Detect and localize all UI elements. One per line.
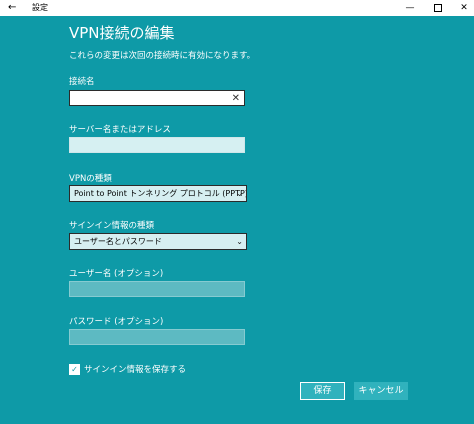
password-input[interactable] xyxy=(69,329,245,345)
cancel-button[interactable]: キャンセル xyxy=(354,382,408,400)
vpn-type-label: VPNの種類 xyxy=(69,174,112,184)
close-window-button[interactable]: ✕ xyxy=(450,0,474,16)
edit-vpn-dialog: VPN接続の編集 これらの変更は次回の接続時に有効になります。 接続名 ✕ サー… xyxy=(0,16,474,424)
maximize-icon xyxy=(434,3,442,12)
back-arrow-icon[interactable]: ← xyxy=(8,1,16,15)
password-label: パスワード (オプション) xyxy=(69,317,164,327)
minimize-button[interactable]: — xyxy=(396,0,424,16)
dialog-description: これらの変更は次回の接続時に有効になります。 xyxy=(69,51,256,61)
remember-label: サインイン情報を保存する xyxy=(84,365,187,375)
maximize-button[interactable] xyxy=(424,0,452,16)
clear-icon[interactable]: ✕ xyxy=(232,92,240,105)
signin-type-value: ユーザー名とパスワード xyxy=(74,237,162,246)
connection-name-label: 接続名 xyxy=(69,77,95,87)
connection-name-input[interactable]: ✕ xyxy=(69,90,245,106)
dialog-heading: VPN接続の編集 xyxy=(69,24,175,42)
server-address-input[interactable] xyxy=(69,137,245,153)
username-label: ユーザー名 (オプション) xyxy=(69,269,164,279)
username-input[interactable] xyxy=(69,281,245,297)
signin-type-label: サインイン情報の種類 xyxy=(69,221,155,231)
signin-type-select[interactable]: ユーザー名とパスワード ⌄ xyxy=(69,233,247,250)
title-bar: ← 設定 — ✕ xyxy=(0,0,474,16)
remember-checkbox[interactable]: ✓ xyxy=(69,363,80,375)
chevron-down-icon: ⌄ xyxy=(236,189,243,198)
remember-signin-row[interactable]: ✓ サインイン情報を保存する xyxy=(69,363,269,375)
server-address-label: サーバー名またはアドレス xyxy=(69,125,171,135)
window-title: 設定 xyxy=(32,3,48,12)
chevron-down-icon: ⌄ xyxy=(236,237,243,246)
vpn-type-select[interactable]: Point to Point トンネリング プロトコル (PPTP) ⌄ xyxy=(69,185,247,202)
save-button[interactable]: 保存 xyxy=(300,382,345,400)
vpn-type-value: Point to Point トンネリング プロトコル (PPTP) xyxy=(74,189,247,198)
